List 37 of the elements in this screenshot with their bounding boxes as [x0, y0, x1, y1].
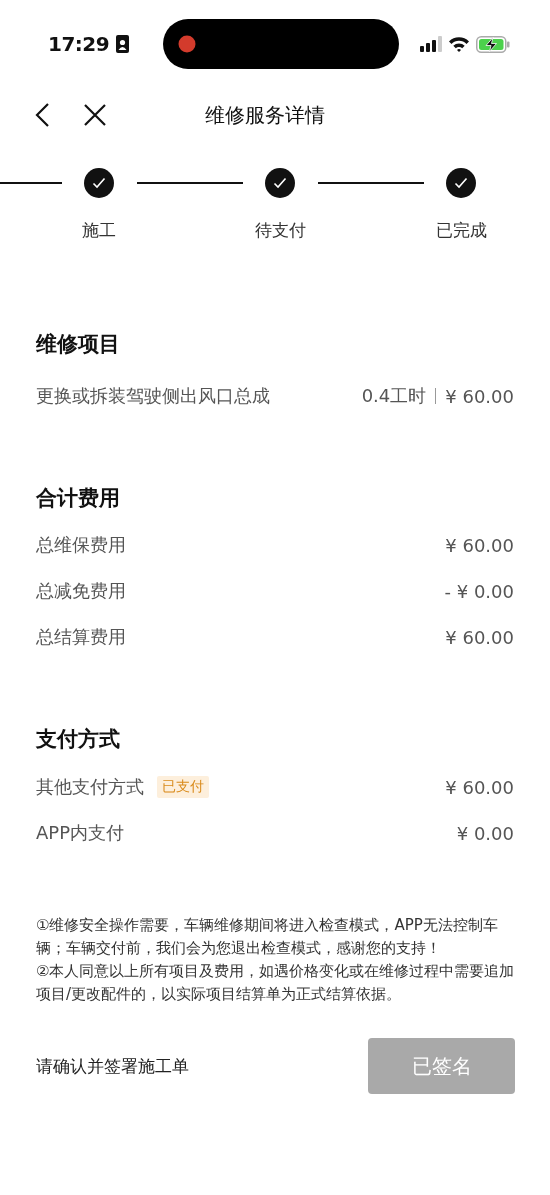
step-label: 施工 — [82, 219, 116, 242]
status-time: 17:29 — [48, 32, 110, 56]
section-title: 维修项目 — [36, 331, 121, 358]
contact-card-icon — [116, 35, 130, 53]
checkmark-icon — [92, 177, 106, 189]
recording-dot-icon — [178, 35, 197, 53]
row-amount: ¥ 60.00 — [445, 626, 514, 648]
row-label: 其他支付方式 — [36, 775, 144, 799]
section-title: 合计费用 — [36, 485, 121, 512]
back-button[interactable] — [34, 102, 50, 128]
step-label: 已完成 — [435, 219, 487, 242]
chevron-left-icon — [34, 102, 50, 128]
item-price: ¥ 60.00 — [445, 385, 514, 407]
signal-icon — [420, 36, 442, 52]
checkmark-icon — [454, 177, 468, 189]
step-label: 待支付 — [254, 219, 306, 242]
sign-prompt: 请确认并签署施工单 — [36, 1054, 189, 1078]
battery-charging-icon — [476, 35, 510, 53]
item-name: 更换或拆装驾驶侧出风口总成 — [36, 384, 270, 408]
row-amount: - ¥ 0.00 — [444, 580, 514, 602]
row-label: 总结算费用 — [36, 625, 126, 649]
checkmark-icon — [273, 177, 287, 189]
page-title: 维修服务详情 — [205, 101, 325, 129]
notice-text: ①维修安全操作需要，车辆维修期间将进入检查模式，APP无法控制车辆；车辆交付前，我们会为您退出检查模式，感谢您的支持！ — [36, 915, 499, 959]
notice-text: ②本人同意以上所有项目及费用，如遇价格变化或在维修过程中需要追加项目/更改配件的，以实际项目结算单为正式结算依据。 — [36, 961, 516, 1005]
row-label: 总维保费用 — [36, 533, 126, 557]
row-amount: ¥ 0.00 — [456, 822, 514, 844]
row-amount: ¥ 60.00 — [445, 534, 514, 556]
wifi-icon — [448, 36, 470, 52]
section-title: 支付方式 — [36, 726, 121, 753]
row-amount: ¥ 60.00 — [445, 776, 514, 798]
close-button[interactable] — [83, 103, 107, 127]
row-label: 总减免费用 — [36, 579, 126, 603]
labor-hours: 0.4工时 — [361, 384, 427, 408]
close-icon — [83, 103, 107, 127]
row-label: APP内支付 — [36, 821, 125, 845]
status-tag: 已支付 — [157, 776, 209, 798]
